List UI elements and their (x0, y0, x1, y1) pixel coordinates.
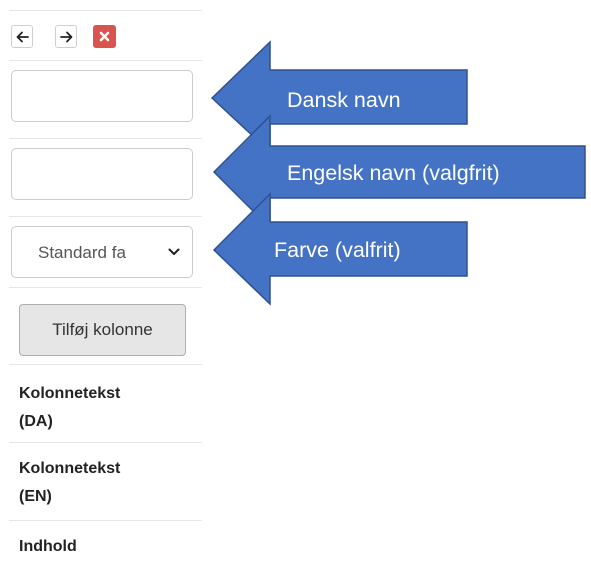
callout-english-name: Engelsk navn (valgfrit) (287, 161, 500, 185)
callout-danish-name: Dansk navn (287, 88, 401, 112)
callout-arrows (210, 40, 586, 306)
callout-color: Farve (valfrit) (274, 238, 401, 262)
